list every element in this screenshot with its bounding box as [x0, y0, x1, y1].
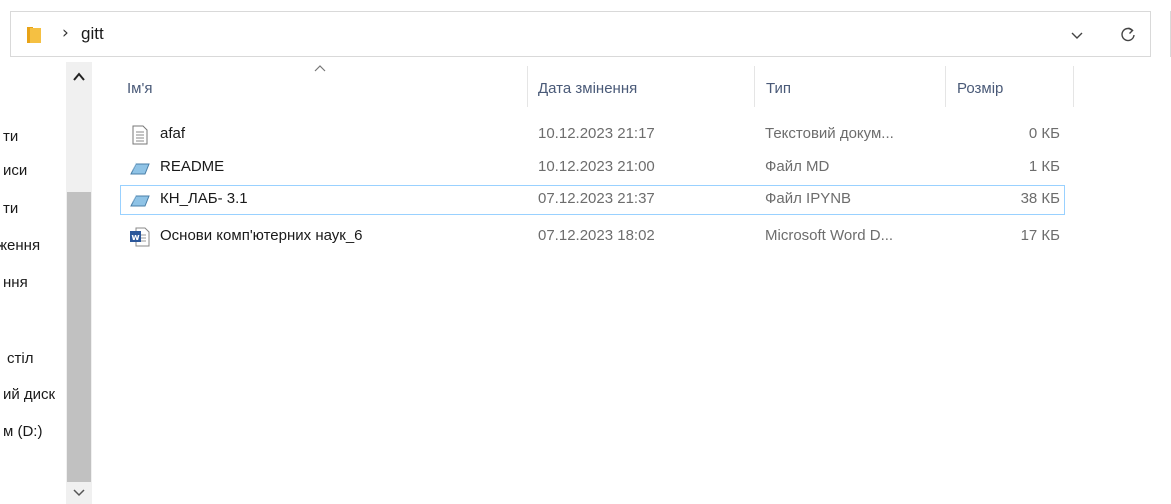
nav-item[interactable]: стіл	[7, 350, 33, 367]
column-divider[interactable]	[945, 66, 946, 107]
nav-item[interactable]: ти	[3, 128, 18, 145]
file-type: Файл MD	[765, 158, 830, 175]
address-bar[interactable]: › gitt	[10, 11, 1106, 57]
nav-item[interactable]: ння	[3, 274, 28, 291]
scroll-down-button[interactable]	[66, 480, 92, 504]
file-name: afaf	[160, 125, 186, 142]
file-row-selected[interactable]: КН_ЛАБ- 3.1 07.12.2023 21:37 Файл IPYNB …	[120, 185, 1065, 215]
nav-scrollbar[interactable]	[66, 62, 92, 504]
file-date: 10.12.2023 21:17	[538, 125, 655, 142]
file-name: Основи комп'ютерних наук_6	[160, 227, 363, 244]
chevron-down-icon[interactable]	[1067, 25, 1087, 45]
refresh-button[interactable]	[1105, 11, 1151, 57]
refresh-icon	[1121, 27, 1135, 42]
column-divider[interactable]	[527, 66, 528, 107]
column-header-date[interactable]: Дата змінення	[538, 80, 637, 106]
file-date: 07.12.2023 21:37	[538, 190, 655, 207]
folder-icon	[26, 26, 42, 44]
svg-text:w: w	[131, 233, 139, 243]
nav-item[interactable]: ти	[3, 200, 18, 217]
breadcrumb-path[interactable]: gitt	[81, 24, 104, 44]
scroll-up-button[interactable]	[66, 62, 92, 92]
file-row[interactable]: README 10.12.2023 21:00 Файл MD 1 КБ	[120, 153, 1065, 183]
sort-ascending-icon	[314, 65, 326, 72]
file-name: КН_ЛАБ- 3.1	[160, 190, 248, 207]
column-divider[interactable]	[1073, 66, 1074, 107]
file-size: 1 КБ	[1028, 158, 1060, 175]
file-size: 0 КБ	[1028, 125, 1060, 142]
file-date: 10.12.2023 21:00	[538, 158, 655, 175]
column-header-name[interactable]: Ім'я	[127, 80, 152, 106]
file-type: Текстовий докум...	[765, 125, 894, 142]
file-size: 17 КБ	[1020, 227, 1060, 244]
md-file-icon	[130, 158, 150, 178]
file-date: 07.12.2023 18:02	[538, 227, 655, 244]
address-bar-row: › gitt	[0, 0, 1171, 74]
file-size: 38 КБ	[1020, 190, 1060, 207]
file-name: README	[160, 158, 225, 175]
file-row[interactable]: w Основи комп'ютерних наук_6 07.12.2023 …	[120, 222, 1065, 252]
nav-item[interactable]: иси	[3, 162, 27, 179]
column-divider[interactable]	[754, 66, 755, 107]
text-file-icon	[130, 125, 150, 145]
scroll-thumb[interactable]	[67, 192, 91, 482]
breadcrumb-separator: ›	[62, 23, 69, 43]
chevron-up-icon	[73, 72, 85, 81]
nav-item[interactable]: ження	[0, 237, 40, 254]
column-header-size[interactable]: Розмір	[957, 80, 1003, 106]
file-type: Файл IPYNB	[765, 190, 852, 207]
chevron-down-icon	[73, 489, 85, 497]
file-row[interactable]: afaf 10.12.2023 21:17 Текстовий докум...…	[120, 120, 1065, 150]
word-file-icon: w	[130, 227, 150, 247]
nav-item[interactable]: м (D:)	[3, 423, 42, 440]
file-type: Microsoft Word D...	[765, 227, 894, 244]
column-header-type[interactable]: Тип	[766, 80, 791, 106]
nav-item[interactable]: ий диск	[3, 386, 55, 403]
ipynb-file-icon	[130, 190, 150, 210]
